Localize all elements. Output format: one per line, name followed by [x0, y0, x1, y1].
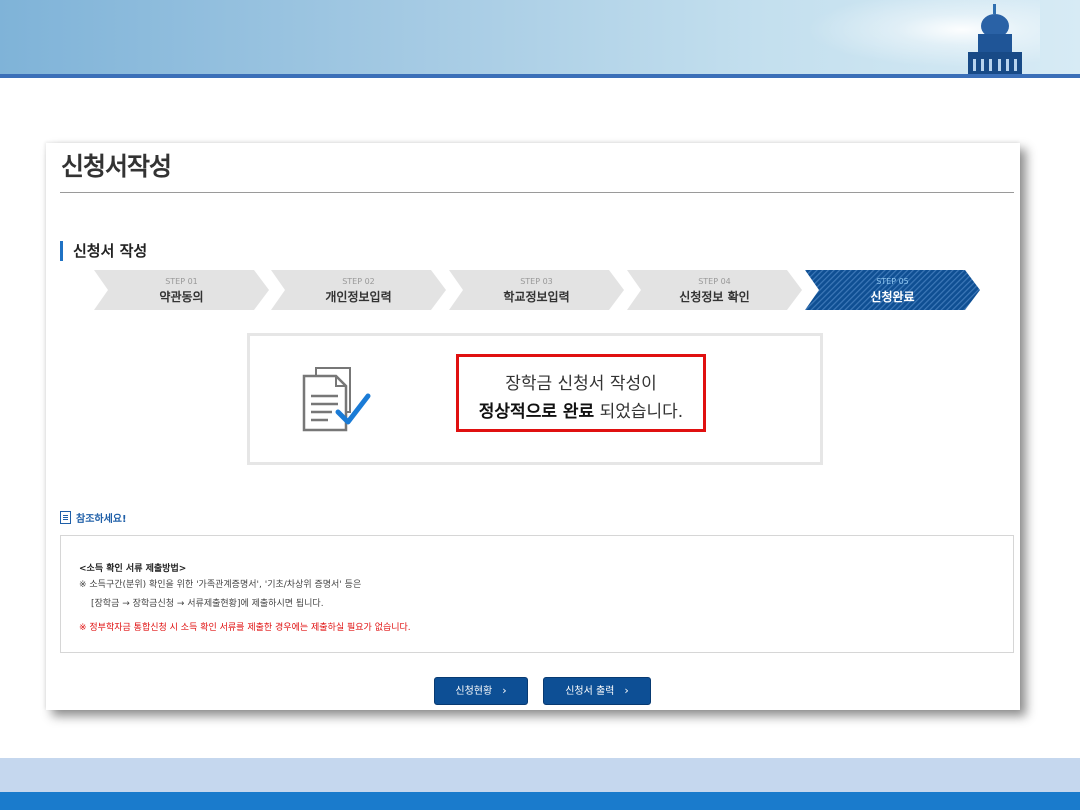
print-button-label: 신청서 출력: [565, 686, 615, 697]
completion-rest-text: 되었습니다.: [594, 402, 684, 422]
step-4: STEP 04 신청정보 확인: [627, 270, 802, 310]
status-button-label: 신청현황: [455, 686, 493, 697]
step-1: STEP 01 약관동의: [94, 270, 269, 310]
notice-box: <소득 확인 서류 제출방법> ※ 소득구간(분위) 확인을 위한 '가족관계증…: [60, 535, 1014, 653]
tower-logo-icon: [968, 4, 1022, 74]
completion-line-2: 정상적으로 완료 되었습니다.: [459, 397, 703, 422]
step-4-label: 신청정보 확인: [679, 290, 750, 304]
completion-box: 장학금 신청서 작성이 정상적으로 완료 되었습니다.: [247, 333, 823, 465]
step-5-label: 신청완료: [870, 290, 915, 304]
page-title: 신청서작성: [61, 152, 172, 181]
notice-heading-text: 참조하세요!: [76, 514, 127, 525]
footer-bar: [0, 792, 1080, 810]
step-2-number: STEP 02: [342, 277, 375, 286]
title-divider: [60, 192, 1014, 193]
footer-band: [0, 758, 1080, 792]
completion-line-1: 장학금 신청서 작성이: [505, 374, 657, 394]
notice-line-2: [장학금 → 장학금신청 → 서류제출현황]에 제출하시면 됩니다.: [91, 599, 324, 609]
chevron-right-icon: ›: [502, 684, 507, 697]
note-icon: [60, 511, 71, 524]
print-application-button[interactable]: 신청서 출력 ›: [543, 677, 651, 705]
application-status-button[interactable]: 신청현황 ›: [434, 677, 528, 705]
notice-warning: ※ 정부학자금 통합신청 시 소득 확인 서류를 제출한 경우에는 제출하실 필…: [79, 623, 411, 633]
completion-message: 장학금 신청서 작성이 정상적으로 완료 되었습니다.: [456, 354, 706, 432]
step-2-label: 개인정보입력: [325, 290, 392, 304]
application-panel: 신청서작성 신청서 작성 STEP 01 약관동의 STEP 02 개인정보입력…: [46, 143, 1020, 710]
banner-rule: [0, 74, 1080, 78]
notice-title: <소득 확인 서류 제출방법>: [79, 564, 187, 574]
notice-line-1: ※ 소득구간(분위) 확인을 위한 '가족관계증명서', '기초/차상위 증명서…: [79, 580, 362, 590]
top-banner: [0, 0, 1080, 74]
step-3-label: 학교정보입력: [503, 290, 570, 304]
document-check-icon: [302, 367, 371, 432]
step-4-number: STEP 04: [698, 277, 731, 286]
notice-heading: 참조하세요!: [60, 510, 127, 525]
completion-bold-text: 정상적으로 완료: [478, 402, 595, 422]
step-3-number: STEP 03: [520, 277, 553, 286]
step-progress: STEP 01 약관동의 STEP 02 개인정보입력 STEP 03 학교정보…: [94, 270, 984, 310]
step-5-number: STEP 05: [876, 277, 909, 286]
chevron-right-icon: ›: [624, 684, 629, 697]
step-2: STEP 02 개인정보입력: [271, 270, 446, 310]
step-1-label: 약관동의: [159, 290, 204, 304]
step-5: STEP 05 신청완료: [805, 270, 980, 310]
section-title: 신청서 작성: [60, 241, 147, 261]
step-3: STEP 03 학교정보입력: [449, 270, 624, 310]
step-1-number: STEP 01: [165, 277, 198, 286]
